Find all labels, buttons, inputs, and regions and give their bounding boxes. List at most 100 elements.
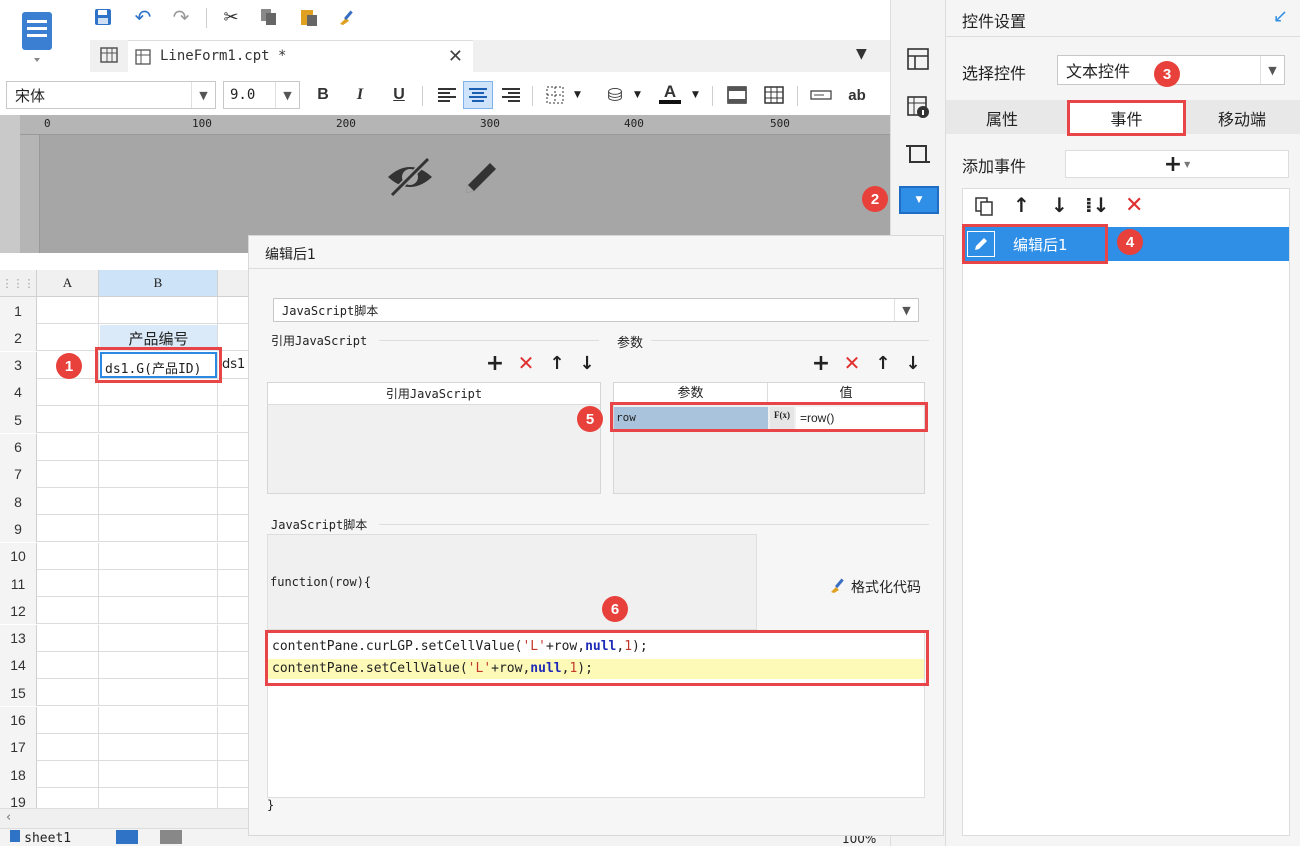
row-number[interactable]: 16: [0, 706, 37, 734]
param-down-icon[interactable]: ↓: [903, 352, 923, 374]
param-up-icon[interactable]: ↑: [873, 352, 893, 374]
cell-a[interactable]: [37, 324, 99, 352]
close-tab-icon[interactable]: ✕: [448, 46, 463, 67]
row-number[interactable]: 7: [0, 460, 37, 488]
sheet-row[interactable]: 18: [0, 761, 248, 789]
cell-a[interactable]: [37, 706, 99, 734]
row-number[interactable]: 9: [0, 515, 37, 543]
format-brush-icon[interactable]: [334, 4, 360, 30]
panel-dock-icon[interactable]: ↙: [1273, 6, 1288, 27]
move-event-up-icon[interactable]: ↑: [1013, 193, 1030, 217]
row-number[interactable]: 12: [0, 597, 37, 625]
cell-a[interactable]: [37, 488, 99, 516]
remove-ref-js-icon[interactable]: ✕: [515, 351, 537, 375]
row-number[interactable]: 10: [0, 542, 37, 570]
tab-events[interactable]: 事件: [1067, 100, 1186, 136]
add-ref-js-icon[interactable]: +: [485, 351, 505, 376]
row-number[interactable]: 5: [0, 406, 37, 434]
split-cells-icon[interactable]: [761, 82, 787, 108]
chevron-down-icon[interactable]: ▼: [275, 82, 299, 108]
row-number[interactable]: 3: [0, 351, 37, 379]
align-right-icon[interactable]: [498, 82, 524, 108]
crop-icon[interactable]: [905, 141, 931, 167]
chevron-down-icon[interactable]: ▼: [894, 299, 918, 321]
edit-pencil-icon[interactable]: [458, 155, 504, 205]
grid-view-icon[interactable]: [98, 44, 122, 68]
sheet-row[interactable]: 13: [0, 624, 248, 652]
add-form-icon[interactable]: [160, 830, 182, 844]
cell-a[interactable]: [37, 515, 99, 543]
sheet-row[interactable]: 9: [0, 515, 248, 543]
cell-b[interactable]: [99, 679, 218, 707]
cell-b[interactable]: [99, 460, 218, 488]
scroll-left-icon[interactable]: ‹: [6, 810, 11, 825]
sheet-row[interactable]: 12: [0, 597, 248, 625]
cell-info-icon[interactable]: [905, 94, 931, 120]
bold-button[interactable]: B: [310, 82, 336, 108]
col-header-b[interactable]: B: [99, 270, 218, 297]
row-number[interactable]: 14: [0, 651, 37, 679]
cell-a[interactable]: [37, 460, 99, 488]
paste-icon[interactable]: [296, 4, 322, 30]
sheet-row[interactable]: 14: [0, 651, 248, 679]
row-number[interactable]: 2: [0, 324, 37, 352]
cell-a[interactable]: [37, 406, 99, 434]
sheet-row[interactable]: 16: [0, 706, 248, 734]
row-number[interactable]: 17: [0, 733, 37, 761]
sheet-row[interactable]: 8: [0, 488, 248, 516]
merge-cells-icon[interactable]: [724, 82, 750, 108]
file-tab[interactable]: LineForm1.cpt * ✕: [128, 40, 473, 72]
undo-icon[interactable]: ↶: [130, 4, 156, 30]
text-color-button[interactable]: A: [657, 80, 683, 106]
cell-b[interactable]: [99, 597, 218, 625]
cell-a[interactable]: [37, 679, 99, 707]
cell-a[interactable]: [37, 378, 99, 406]
cell-a[interactable]: [37, 761, 99, 789]
app-logo-icon[interactable]: [18, 8, 58, 64]
add-sheet-icon[interactable]: [116, 830, 138, 844]
cell-c3[interactable]: ds1: [222, 357, 245, 372]
cell-b[interactable]: [99, 297, 218, 324]
tab-mobile[interactable]: 移动端: [1218, 106, 1266, 130]
cell-b[interactable]: [99, 706, 218, 734]
cell-b[interactable]: [99, 488, 218, 516]
copy-event-icon[interactable]: [973, 195, 995, 221]
row-number[interactable]: 6: [0, 433, 37, 461]
align-center-icon[interactable]: [463, 81, 493, 109]
chevron-down-icon[interactable]: ▼: [692, 90, 699, 100]
sheet-row[interactable]: 1: [0, 297, 248, 324]
row-number[interactable]: 15: [0, 679, 37, 707]
sheet-row[interactable]: 7: [0, 460, 248, 488]
chevron-down-icon[interactable]: ▼: [634, 90, 641, 100]
format-code-button[interactable]: 格式化代码: [829, 576, 921, 598]
add-event-button[interactable]: + ▼: [1065, 150, 1289, 178]
cell-a[interactable]: [37, 297, 99, 324]
font-size-select[interactable]: 9.0 ▼: [223, 81, 300, 109]
action-type-select[interactable]: JavaScript脚本 ▼: [273, 298, 919, 322]
layout-icon[interactable]: [905, 46, 931, 72]
remove-param-icon[interactable]: ✕: [841, 351, 863, 375]
cell-a[interactable]: [37, 733, 99, 761]
cell-a[interactable]: [37, 433, 99, 461]
copy-icon[interactable]: [256, 4, 282, 30]
sheet-tab[interactable]: sheet1: [10, 830, 71, 846]
cell-a[interactable]: [37, 651, 99, 679]
fill-color-icon[interactable]: ⛁: [602, 82, 628, 108]
cell-a[interactable]: [37, 597, 99, 625]
save-icon[interactable]: [90, 4, 116, 30]
sheet-row[interactable]: 11: [0, 570, 248, 597]
cell-b[interactable]: [99, 433, 218, 461]
cut-icon[interactable]: ✂: [218, 4, 244, 30]
add-param-icon[interactable]: +: [811, 351, 831, 376]
row-number[interactable]: 11: [0, 570, 37, 597]
underline-button[interactable]: U: [386, 82, 412, 108]
sort-events-icon[interactable]: ⁞↓: [1085, 193, 1109, 217]
sheet-row[interactable]: 10: [0, 542, 248, 570]
row-number[interactable]: 8: [0, 488, 37, 516]
sheet-row[interactable]: 17: [0, 733, 248, 761]
align-left-icon[interactable]: [434, 82, 460, 108]
cell-b[interactable]: [99, 624, 218, 652]
cell-a[interactable]: [37, 570, 99, 597]
text-field-icon[interactable]: [808, 82, 834, 108]
move-up-icon[interactable]: ↑: [547, 352, 567, 374]
